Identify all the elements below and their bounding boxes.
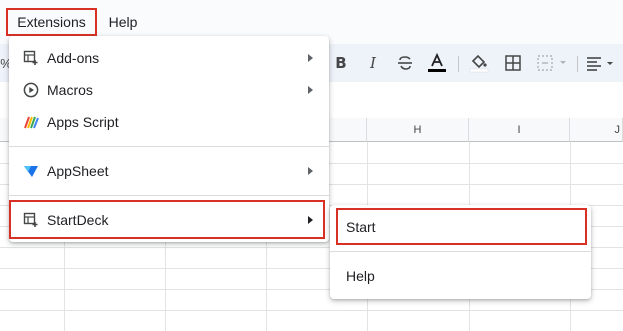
menu-item-appsheet[interactable]: AppSheet xyxy=(9,155,329,187)
menu-item-label: Macros xyxy=(47,82,93,98)
column-header-h[interactable]: H xyxy=(367,118,469,142)
menu-divider xyxy=(9,195,329,196)
menu-item-label: Help xyxy=(346,268,375,284)
horizontal-align-button[interactable] xyxy=(584,51,618,75)
toolbar-divider xyxy=(577,56,578,72)
row-line xyxy=(0,310,623,311)
toolbar-divider xyxy=(458,56,459,72)
startdeck-highlight-box xyxy=(9,200,325,239)
menu-extensions[interactable]: Extensions xyxy=(6,8,97,36)
fill-color-icon xyxy=(469,54,489,73)
appsheet-icon xyxy=(22,162,40,180)
menu-item-label: AppSheet xyxy=(47,163,109,179)
bold-button[interactable]: B xyxy=(329,51,353,75)
italic-button[interactable]: I xyxy=(361,51,385,75)
menu-item-label: Add-ons xyxy=(47,50,100,66)
text-color-icon xyxy=(428,52,446,72)
column-header-i[interactable]: I xyxy=(469,118,570,142)
merge-cells-icon xyxy=(537,55,566,71)
align-left-icon xyxy=(587,57,613,71)
menu-divider xyxy=(330,251,591,252)
text-color-button[interactable] xyxy=(425,51,449,75)
menu-help[interactable]: Help xyxy=(103,8,143,36)
menu-item-add-ons[interactable]: Add-ons xyxy=(9,42,329,74)
submenu-item-help[interactable]: Help xyxy=(330,260,591,292)
column-header-j[interactable]: J xyxy=(570,118,623,142)
menu-item-label: Apps Script xyxy=(47,114,119,130)
menu-divider xyxy=(9,146,329,147)
apps-script-icon xyxy=(22,113,40,131)
menu-item-apps-script[interactable]: Apps Script xyxy=(9,106,329,138)
borders-icon xyxy=(505,55,521,71)
borders-button[interactable] xyxy=(501,51,525,75)
submenu-arrow-icon xyxy=(308,167,313,175)
submenu-arrow-icon xyxy=(308,86,313,94)
menu-item-macros[interactable]: Macros xyxy=(9,74,329,106)
start-highlight-box xyxy=(336,208,587,245)
submenu-arrow-icon xyxy=(308,54,313,62)
strikethrough-icon xyxy=(398,56,412,70)
fill-color-button[interactable] xyxy=(467,51,491,75)
strikethrough-button[interactable] xyxy=(393,51,417,75)
macros-play-icon xyxy=(22,81,40,99)
addon-icon xyxy=(22,49,40,67)
merge-cells-button[interactable] xyxy=(534,51,574,75)
